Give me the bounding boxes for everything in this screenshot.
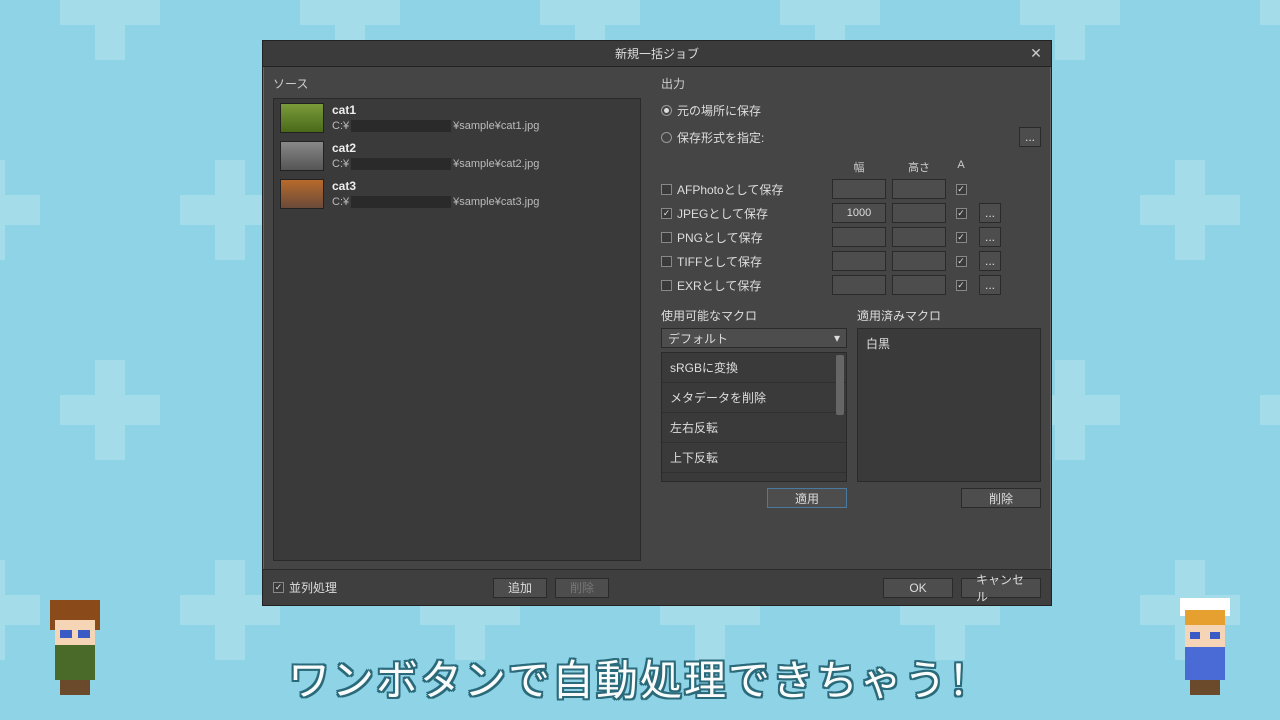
parallel-checkbox[interactable]: 並列処理: [273, 579, 337, 596]
width-field[interactable]: [832, 251, 886, 271]
macro-group-select[interactable]: デフォルト ▾: [661, 328, 847, 348]
source-list[interactable]: cat1 C:¥¥sample¥cat1.jpg cat2 C:¥¥sample…: [273, 98, 641, 561]
height-field[interactable]: [892, 251, 946, 271]
applied-macros-list[interactable]: 白黒: [857, 328, 1041, 482]
scrollbar[interactable]: [836, 355, 844, 415]
macro-item[interactable]: sRGBに変換: [662, 353, 846, 383]
add-button[interactable]: 追加: [493, 578, 547, 598]
caption-text: ワンボタンで自動処理できちゃう！: [0, 647, 1280, 708]
macro-item[interactable]: 上下反転: [662, 443, 846, 473]
width-field[interactable]: 1000: [832, 203, 886, 223]
width-field[interactable]: [832, 179, 886, 199]
format-options-button[interactable]: ...: [979, 251, 1001, 271]
macro-item[interactable]: 切り抜き: [662, 473, 846, 482]
aspect-checkbox[interactable]: [956, 256, 967, 267]
format-options-button[interactable]: ...: [979, 275, 1001, 295]
cancel-button[interactable]: キャンセル: [961, 578, 1041, 598]
col-height: 高さ: [889, 159, 949, 175]
aspect-checkbox[interactable]: [956, 280, 967, 291]
source-name: cat1: [332, 103, 634, 117]
format-checkbox[interactable]: TIFFとして保存: [661, 253, 762, 270]
macro-item[interactable]: 左右反転: [662, 413, 846, 443]
output-section-label: 出力: [661, 75, 1041, 92]
format-checkbox[interactable]: PNGとして保存: [661, 229, 763, 246]
available-macros-list[interactable]: sRGBに変換メタデータを削除左右反転上下反転切り抜き: [661, 352, 847, 482]
source-section-label: ソース: [273, 75, 641, 92]
source-path: C:¥¥sample¥cat1.jpg: [332, 120, 634, 132]
format-options-button[interactable]: ...: [979, 227, 1001, 247]
source-item[interactable]: cat2 C:¥¥sample¥cat2.jpg: [274, 137, 640, 175]
delete-button[interactable]: 削除: [555, 578, 609, 598]
source-name: cat2: [332, 141, 634, 155]
source-item[interactable]: cat1 C:¥¥sample¥cat1.jpg: [274, 99, 640, 137]
source-path: C:¥¥sample¥cat3.jpg: [332, 196, 634, 208]
applied-macro-item[interactable]: 白黒: [866, 335, 1032, 352]
apply-macro-button[interactable]: 適用: [767, 488, 847, 508]
source-name: cat3: [332, 179, 634, 193]
radio-save-as[interactable]: 保存形式を指定:: [661, 129, 764, 146]
height-field[interactable]: [892, 227, 946, 247]
ok-button[interactable]: OK: [883, 578, 953, 598]
format-checkbox[interactable]: AFPhotoとして保存: [661, 181, 783, 198]
titlebar: 新規一括ジョブ ✕: [263, 41, 1051, 67]
format-checkbox[interactable]: JPEGとして保存: [661, 205, 768, 222]
thumbnail: [280, 141, 324, 171]
aspect-checkbox[interactable]: [956, 232, 967, 243]
thumbnail: [280, 103, 324, 133]
source-path: C:¥¥sample¥cat2.jpg: [332, 158, 634, 170]
aspect-checkbox[interactable]: [956, 184, 967, 195]
thumbnail: [280, 179, 324, 209]
format-options-button[interactable]: ...: [979, 203, 1001, 223]
col-width: 幅: [829, 159, 889, 175]
batch-job-dialog: 新規一括ジョブ ✕ ソース cat1 C:¥¥sample¥cat1.jpg c…: [262, 40, 1052, 606]
available-macros-label: 使用可能なマクロ: [661, 307, 847, 324]
aspect-checkbox[interactable]: [956, 208, 967, 219]
applied-macros-label: 適用済みマクロ: [857, 307, 1041, 324]
height-field[interactable]: [892, 179, 946, 199]
browse-button[interactable]: ...: [1019, 127, 1041, 147]
close-icon[interactable]: ✕: [1027, 44, 1045, 62]
remove-macro-button[interactable]: 削除: [961, 488, 1041, 508]
width-field[interactable]: [832, 275, 886, 295]
macro-item[interactable]: メタデータを削除: [662, 383, 846, 413]
dialog-title: 新規一括ジョブ: [615, 45, 699, 62]
chevron-down-icon: ▾: [834, 331, 840, 345]
col-aspect: A: [949, 159, 973, 175]
radio-save-original[interactable]: 元の場所に保存: [661, 102, 761, 119]
height-field[interactable]: [892, 275, 946, 295]
width-field[interactable]: [832, 227, 886, 247]
source-item[interactable]: cat3 C:¥¥sample¥cat3.jpg: [274, 175, 640, 213]
height-field[interactable]: [892, 203, 946, 223]
format-checkbox[interactable]: EXRとして保存: [661, 277, 761, 294]
